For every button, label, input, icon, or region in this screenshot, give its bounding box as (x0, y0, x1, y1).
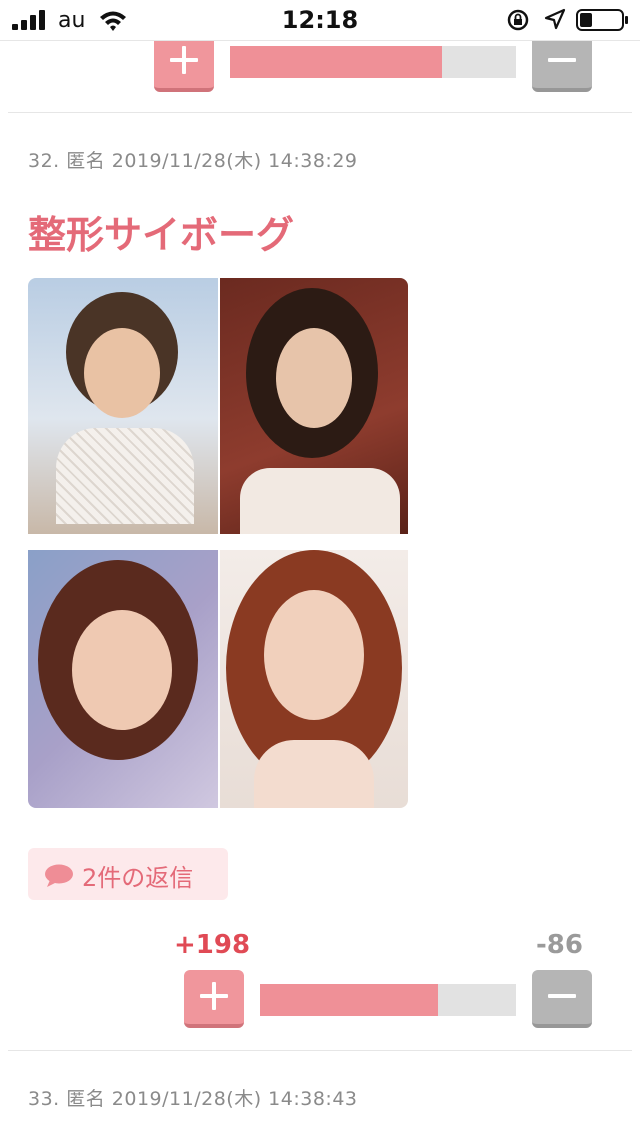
plus-vote-button[interactable] (184, 970, 244, 1028)
minus-vote-button[interactable] (532, 970, 592, 1028)
minus-vote-button[interactable] (532, 34, 592, 92)
location-icon (544, 8, 566, 30)
battery-icon (576, 9, 628, 31)
speech-bubble-icon (45, 864, 73, 887)
rotation-lock-icon (507, 9, 529, 31)
vote-ratio-bar (230, 46, 516, 78)
reply-count-button[interactable]: 2件の返信 (28, 848, 228, 900)
minus-vote-count: -86 (536, 930, 583, 960)
comment-body: 整形サイボーグ (28, 213, 295, 257)
status-bar: au 12:18 (0, 0, 640, 41)
comment-meta: 33. 匿名 2019/11/28(木) 14:38:43 (28, 1088, 358, 1110)
reply-count-label: 2件の返信 (82, 864, 194, 892)
plus-vote-button[interactable] (154, 34, 214, 92)
divider (8, 1050, 632, 1051)
comment-image[interactable] (28, 278, 408, 808)
vote-ratio-bar (260, 984, 516, 1016)
plus-vote-count: +198 (174, 930, 251, 960)
divider (8, 112, 632, 113)
comment-meta: 32. 匿名 2019/11/28(木) 14:38:29 (28, 150, 358, 172)
